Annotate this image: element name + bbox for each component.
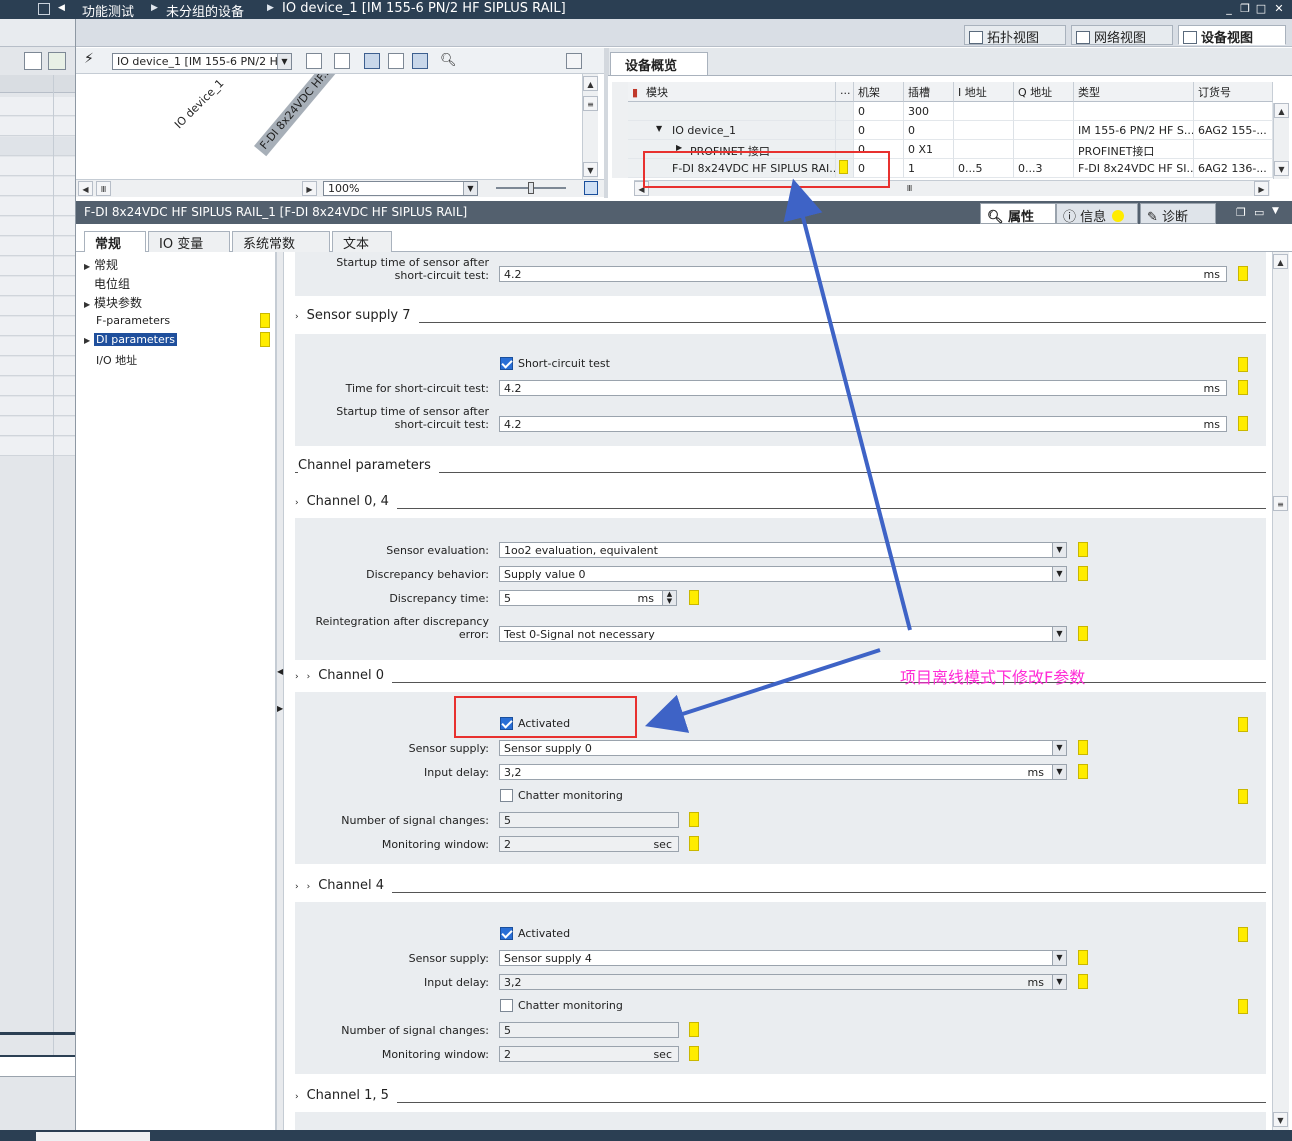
arrow-to-activated	[644, 648, 881, 733]
arrow-to-module-row	[783, 178, 912, 631]
annotation-arrows	[644, 178, 912, 733]
annotation-text: 项目离线模式下修改F参数	[900, 668, 1086, 687]
